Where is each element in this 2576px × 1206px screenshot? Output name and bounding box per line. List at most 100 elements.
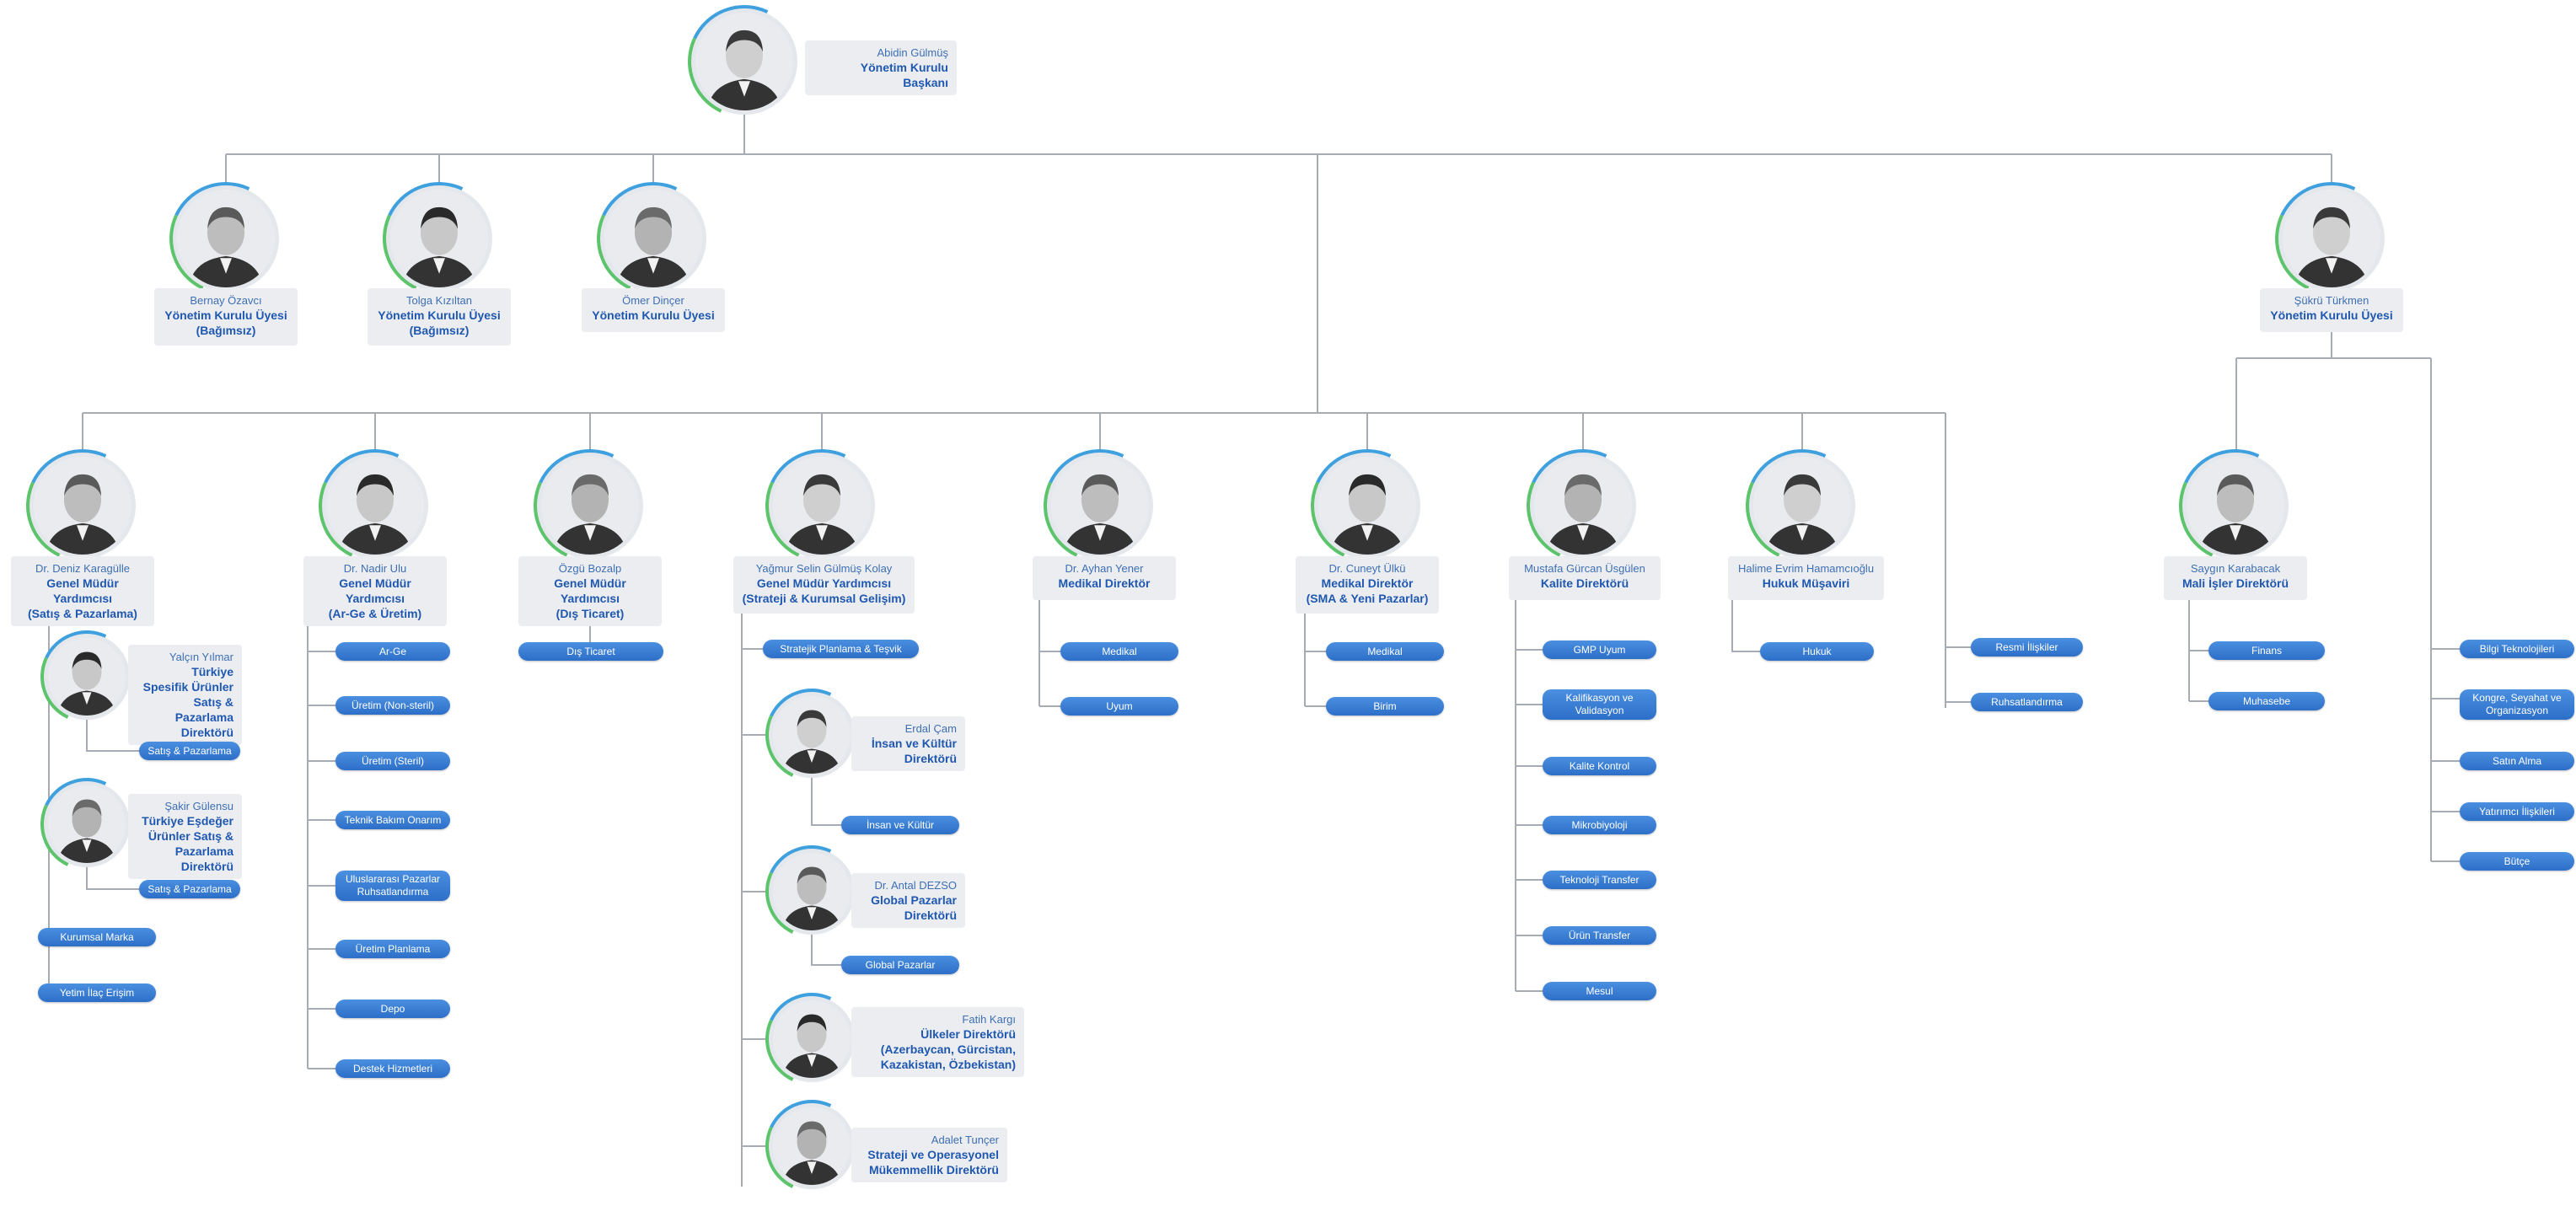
person-name: Tolga Kızıltan [405, 294, 473, 307]
name-plate: Adalet Tunçer Strateji ve Operasyonel Mük… [851, 1128, 1007, 1182]
person-name: Özgü Bozalp [558, 562, 622, 575]
person-title: Medikal Direktör (SMA & Yeni Pazarlar) [1306, 576, 1429, 605]
person-title: Mali İşler Direktörü [2182, 576, 2289, 590]
avatar [326, 457, 424, 555]
name-plate: Halime Evrim Hamamcıoğlu Hukuk Müşaviri [1728, 556, 1884, 600]
unit-satis2: Satış & Pazarlama [139, 880, 240, 898]
unit-uretim-planlama: Üretim Planlama [335, 940, 450, 958]
unit-finans: Finans [2208, 641, 2325, 660]
name-plate: Dr. Nadir Ulu Genel Müdür Yardımcısı (Ar-… [303, 556, 447, 626]
unit-resmi: Resmi İlişkiler [1971, 638, 2083, 657]
person-title: Genel Müdür Yardımcısı (Dış Ticaret) [554, 576, 626, 620]
person-title: Türkiye Eşdeğer Ürünler Satış & Pazarlam… [142, 814, 233, 873]
person-title: Kalite Direktörü [1540, 576, 1629, 590]
unit-depo: Depo [335, 1000, 450, 1018]
unit-gmp: GMP Uyum [1543, 641, 1656, 659]
person-title: Türkiye Spesifik Ürünler Satış & Pazarla… [142, 665, 233, 739]
avatar [773, 853, 851, 930]
avatar [773, 1000, 851, 1078]
unit-arge: Ar-Ge [335, 642, 450, 661]
avatar [695, 13, 793, 110]
name-plate: Yalçın Yılmar Türkiye Spesifik Ürünler Sa… [128, 645, 242, 745]
name-plate: Tolga Kızıltan Yönetim Kurulu Üyesi (Bağı… [368, 288, 511, 346]
unit-dis-ticaret: Dış Ticaret [518, 642, 663, 661]
unit-uretim-steril: Üretim (Steril) [335, 752, 450, 770]
avatar [604, 190, 702, 287]
name-plate: Dr. Antal DEZSO Global Pazarlar Direktörü [851, 873, 965, 928]
avatar [1753, 457, 1851, 555]
unit-kurumsal-marka: Kurumsal Marka [38, 928, 156, 946]
name-plate: Dr. Deniz Karagülle Genel Müdür Yardımcıs… [11, 556, 154, 626]
person-name: Dr. Deniz Karagülle [35, 562, 130, 575]
person-name: Dr. Cuneyt Ülkü [1328, 562, 1406, 575]
unit-ruhsat: Ruhsatlandırma [1971, 693, 2083, 711]
unit-satis1: Satış & Pazarlama [139, 742, 240, 760]
unit-medikal2: Medikal [1326, 642, 1444, 661]
unit-insan-kultur: İnsan ve Kültür [841, 816, 959, 834]
person-name: Şakir Gülensu [164, 800, 233, 812]
name-plate: Abidin Gülmüş Yönetim Kurulu Başkanı [805, 40, 957, 95]
unit-mesul: Mesul [1543, 982, 1656, 1000]
avatar [1051, 457, 1149, 555]
person-title: Yönetim Kurulu Üyesi (Bağımsız) [378, 308, 501, 337]
unit-global-pazarlar: Global Pazarlar [841, 956, 959, 974]
person-title: Global Pazarlar Direktörü [871, 893, 957, 922]
unit-teknoloji-transfer: Teknoloji Transfer [1543, 871, 1656, 889]
person-title: Medikal Direktör [1058, 576, 1151, 590]
person-name: Bernay Özavcı [190, 294, 262, 307]
person-name: Yağmur Selin Gülmüş Kolay [755, 562, 893, 575]
unit-hukuk: Hukuk [1760, 642, 1874, 661]
avatar [390, 190, 488, 287]
person-name: Adalet Tunçer [931, 1134, 999, 1146]
person-name: Şükrü Türkmen [2294, 294, 2369, 307]
avatar [34, 457, 131, 555]
avatar [773, 696, 851, 774]
person-title: Genel Müdür Yardımcısı (Strateji & Kurum… [742, 576, 906, 605]
person-name: Fatih Kargı [962, 1013, 1016, 1026]
person-name: Abidin Gülmüş [877, 46, 948, 59]
name-plate: Saygın Karabacak Mali İşler Direktörü [2164, 556, 2307, 600]
avatar [2283, 190, 2380, 287]
person-name: Yalçın Yılmar [169, 651, 233, 663]
name-plate: Özgü Bozalp Genel Müdür Yardımcısı (Dış T… [518, 556, 662, 626]
person-title: Strateji ve Operasyonel Mükemmellik Dire… [867, 1148, 999, 1177]
person-name: Erdal Çam [904, 722, 957, 735]
unit-kalite-kontrol: Kalite Kontrol [1543, 757, 1656, 775]
org-chart: Abidin Gülmüş Yönetim Kurulu Başkanı Berna… [0, 0, 2576, 1206]
person-name: Saygın Karabacak [2190, 562, 2281, 575]
person-title: Yönetim Kurulu Üyesi [2270, 308, 2393, 322]
avatar [48, 638, 126, 716]
person-name: Halime Evrim Hamamcıoğlu [1737, 562, 1875, 575]
avatar [1318, 457, 1416, 555]
unit-muhasebe: Muhasebe [2208, 692, 2325, 710]
name-plate: Mustafa Gürcan Üsgülen Kalite Direktörü [1509, 556, 1661, 600]
avatar [773, 1107, 851, 1185]
avatar [48, 785, 126, 863]
person-title: Genel Müdür Yardımcısı (Satış & Pazarlam… [28, 576, 137, 620]
unit-uretim-nonsteril: Üretim (Non-steril) [335, 696, 450, 715]
name-plate: Şükrü Türkmen Yönetim Kurulu Üyesi [2260, 288, 2403, 332]
unit-kalifikasyon: Kalifikasyon ve Validasyon [1543, 689, 1656, 720]
avatar [177, 190, 275, 287]
person-name: Dr. Nadir Ulu [343, 562, 407, 575]
person-title: Yönetim Kurulu Başkanı [860, 61, 948, 89]
name-plate: Dr. Cuneyt Ülkü Medikal Direktör (SMA & Y… [1296, 556, 1439, 614]
name-plate: Şakir Gülensu Türkiye Eşdeğer Ürünler Sat… [128, 794, 242, 879]
unit-butce: Bütçe [2460, 852, 2574, 871]
person-title: Hukuk Müşaviri [1762, 576, 1850, 590]
person-title: Yönetim Kurulu Üyesi [592, 308, 715, 322]
avatar [541, 457, 639, 555]
name-plate: Bernay Özavcı Yönetim Kurulu Üyesi (Bağım… [154, 288, 298, 346]
name-plate: Erdal Çam İnsan ve Kültür Direktörü [851, 716, 965, 771]
unit-birim: Birim [1326, 697, 1444, 716]
unit-uyum: Uyum [1060, 697, 1178, 716]
unit-urun-transfer: Ürün Transfer [1543, 926, 1656, 945]
person-name: Ömer Dinçer [622, 294, 684, 307]
unit-uluslararasi: Uluslararası Pazarlar Ruhsatlandırma [335, 871, 450, 901]
person-name: Mustafa Gürcan Üsgülen [1524, 562, 1645, 575]
person-title: Ülkeler Direktörü (Azerbaycan, Gürcistan… [880, 1027, 1016, 1071]
name-plate: Fatih Kargı Ülkeler Direktörü (Azerbaycan… [851, 1007, 1024, 1077]
person-title: Yönetim Kurulu Üyesi (Bağımsız) [164, 308, 287, 337]
name-plate: Ömer Dinçer Yönetim Kurulu Üyesi [582, 288, 725, 332]
person-title: Genel Müdür Yardımcısı (Ar-Ge & Üretim) [328, 576, 422, 620]
